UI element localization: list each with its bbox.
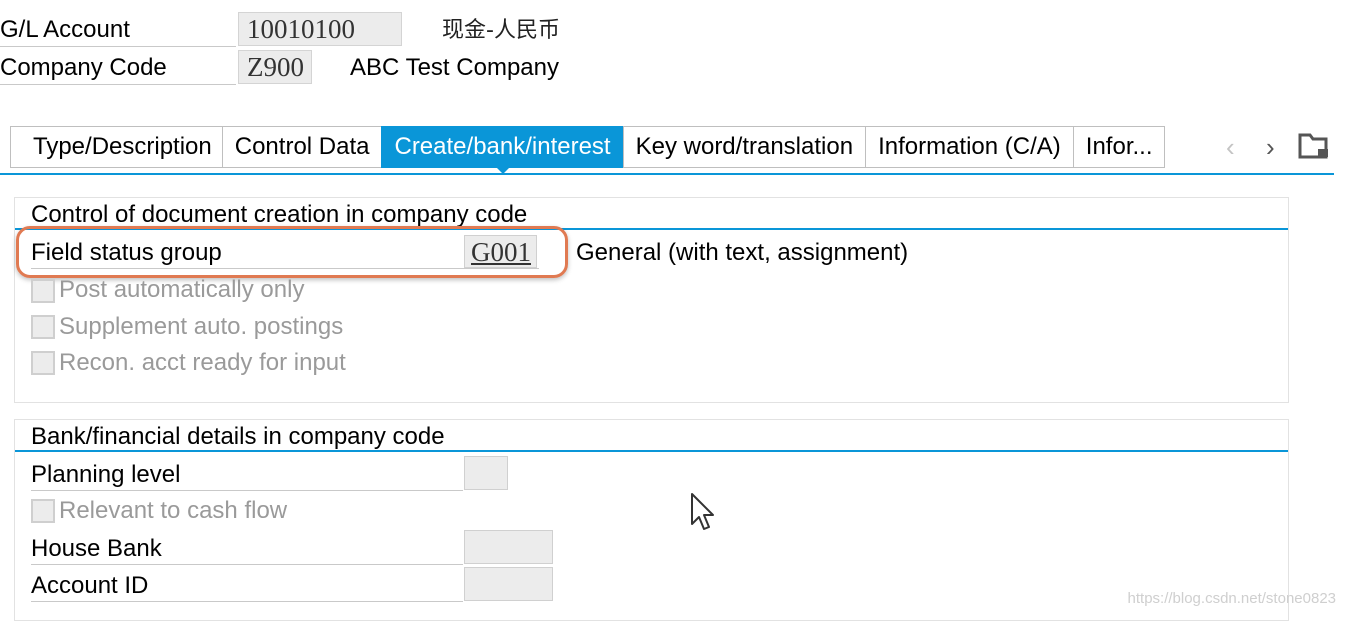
tab-information-ca[interactable]: Information (C/A) [865,126,1073,168]
company-code-label: Company Code [0,52,236,85]
company-name: ABC Test Company [350,54,559,81]
chevron-left-icon[interactable]: ‹ [1226,132,1235,163]
house-bank-field[interactable] [464,530,553,564]
account-id-field[interactable] [464,567,553,601]
tab-strip: Type/Description Control Data Create/ban… [10,126,1166,174]
tab-underline [0,173,1334,175]
bank-details-title: Bank/financial details in company code [31,423,445,450]
supplement-postings-label: Supplement auto. postings [59,313,344,340]
gl-account-description: 现金-人民币 [442,18,560,43]
cash-flow-checkbox[interactable] [31,499,55,523]
account-id-label: Account ID [31,571,463,602]
company-code-field[interactable]: Z900 [238,50,312,84]
recon-account-checkbox[interactable] [31,351,55,375]
group-divider [15,450,1288,452]
supplement-postings-checkbox[interactable] [31,315,55,339]
planning-level-field[interactable] [464,456,508,490]
post-automatically-checkbox[interactable] [31,279,55,303]
gl-account-field[interactable]: 10010100 [238,12,402,46]
post-automatically-label: Post automatically only [59,276,305,303]
chevron-right-icon[interactable]: › [1266,132,1275,163]
planning-level-label: Planning level [31,460,463,491]
tab-create-bank-interest[interactable]: Create/bank/interest [381,126,623,174]
house-bank-label: House Bank [31,534,463,565]
tab-control-data[interactable]: Control Data [221,126,382,168]
highlight-annotation [16,226,568,278]
recon-account-label: Recon. acct ready for input [59,349,346,376]
watermark: https://blog.csdn.net/stone0823 [1127,590,1336,607]
field-status-group-description: General (with text, assignment) [576,239,909,266]
tab-key-word-translation[interactable]: Key word/translation [622,126,866,168]
tab-information-more[interactable]: Infor... [1072,126,1166,168]
tab-list-icon[interactable] [1298,132,1330,165]
mouse-cursor-icon [690,492,716,537]
tab-type-description[interactable]: Type/Description [10,126,222,168]
cash-flow-label: Relevant to cash flow [59,497,288,524]
gl-account-label: G/L Account [0,14,236,47]
